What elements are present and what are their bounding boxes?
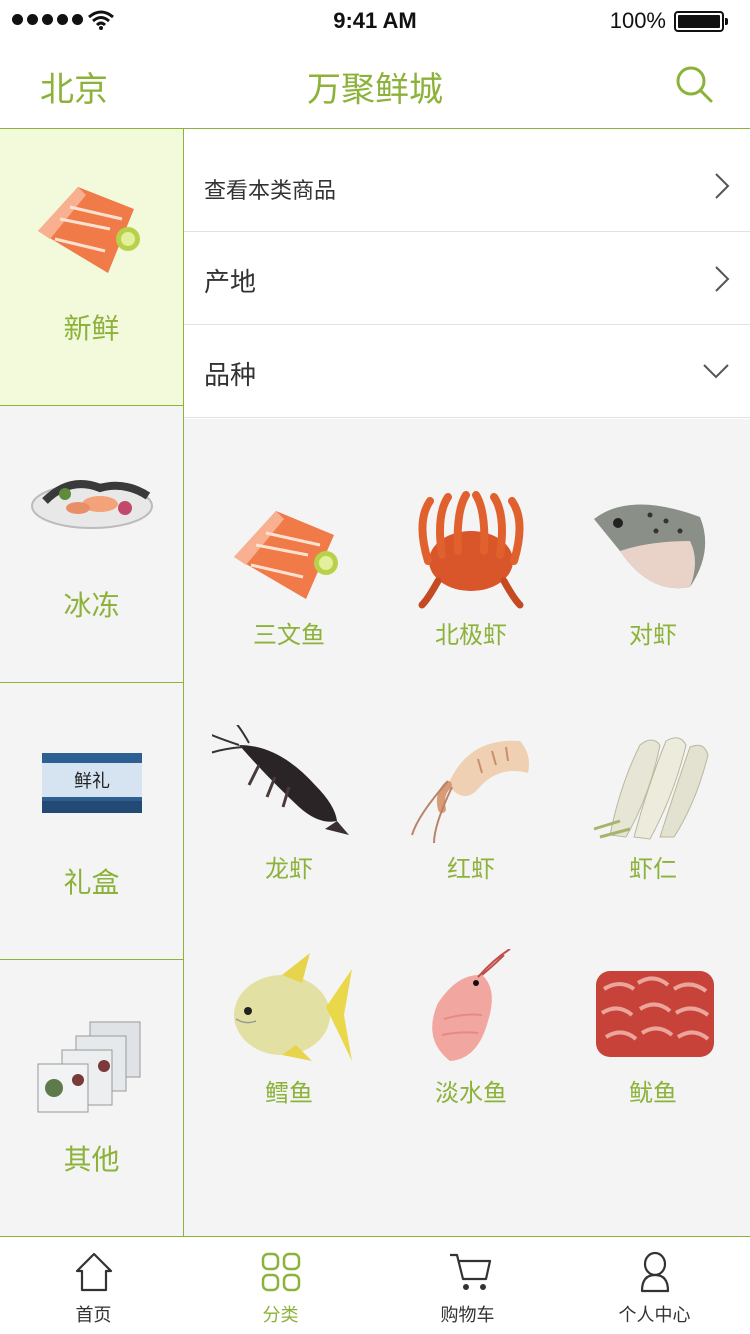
navigation-bar: 北京 万聚鲜城	[0, 42, 750, 129]
sidebar-item-label: 冰冻	[63, 589, 120, 622]
shrimp-meat-image	[593, 737, 709, 840]
red-shrimp-pile-image	[596, 971, 714, 1057]
salmon-image	[234, 511, 338, 599]
sidebar-item-frozen[interactable]: 冰冻	[0, 406, 183, 683]
variety-filter-row[interactable]: 品种	[184, 325, 750, 418]
gift-box-image: 鲜礼	[42, 753, 142, 813]
golden-pompano-image	[234, 953, 352, 1061]
salmon-head-image	[594, 504, 706, 589]
product-name: 鱿鱼	[629, 1079, 677, 1107]
sidebar-item-label: 其他	[63, 1143, 120, 1176]
view-category-products-row[interactable]: 查看本类商品	[184, 139, 750, 232]
tab-cart[interactable]: 购物车	[374, 1237, 561, 1334]
tab-category[interactable]: 分类	[187, 1237, 374, 1334]
svg-text:鲜礼: 鲜礼	[74, 771, 110, 792]
search-icon[interactable]	[674, 64, 714, 104]
bottom-tab-bar: 首页 分类 购物车 个人中心	[0, 1236, 750, 1334]
product-name: 三文鱼	[253, 621, 325, 649]
pink-shrimp-image	[432, 949, 511, 1061]
chevron-down-icon	[703, 364, 729, 379]
chevron-right-icon	[715, 173, 730, 199]
sidebar-item-gift-box[interactable]: 鲜礼 礼盒	[0, 683, 183, 960]
category-sidebar: 新鲜 冰冻 鲜礼 礼盒 其他	[0, 129, 184, 1236]
home-icon	[75, 1252, 113, 1292]
salmon-fillet-image	[38, 187, 140, 273]
product-item-cod[interactable]: 鳕鱼	[198, 949, 380, 1159]
king-crab-image	[418, 491, 524, 609]
sidebar-item-label: 新鲜	[63, 312, 120, 345]
chevron-right-icon	[715, 266, 730, 292]
page-title: 万聚鲜城	[307, 70, 443, 110]
cart-icon	[450, 1253, 492, 1290]
product-grid: 三文鱼 北极虾 对虾 龙虾 红虾 虾仁 鳕鱼 淡水鱼 鱿鱼	[184, 419, 750, 1236]
tab-home[interactable]: 首页	[0, 1237, 187, 1334]
origin-filter-row[interactable]: 产地	[184, 232, 750, 325]
product-item-lobster[interactable]: 龙虾	[198, 725, 380, 935]
user-icon	[640, 1251, 670, 1293]
product-name: 北极虾	[435, 621, 507, 649]
lobster-image	[212, 725, 349, 835]
product-item-red-shrimp[interactable]: 红虾	[380, 725, 562, 935]
tab-label: 分类	[262, 1305, 299, 1326]
frozen-seafood-platter-image	[31, 480, 153, 529]
tab-label: 购物车	[440, 1305, 495, 1326]
tab-label: 个人中心	[618, 1305, 691, 1326]
product-item-shrimp-meat[interactable]: 虾仁	[562, 725, 744, 935]
product-name: 虾仁	[629, 855, 677, 883]
product-item-salmon[interactable]: 三文鱼	[198, 491, 380, 701]
product-item-squid[interactable]: 鱿鱼	[562, 949, 744, 1159]
filter-list: 查看本类商品 产地 品种	[184, 139, 750, 418]
sidebar-item-label: 礼盒	[63, 866, 120, 899]
status-bar: 9:41 AM 100%	[0, 0, 750, 42]
sidebar-item-other[interactable]: 其他	[0, 960, 183, 1237]
filter-label: 产地	[204, 268, 257, 298]
product-name: 龙虾	[265, 855, 313, 883]
filter-label: 品种	[204, 361, 257, 391]
filter-label: 查看本类商品	[204, 179, 337, 204]
battery-percentage: 100%	[609, 8, 666, 33]
sidebar-item-fresh[interactable]: 新鲜	[0, 129, 183, 406]
product-item-freshwater-fish[interactable]: 淡水鱼	[380, 949, 562, 1159]
product-item-arctic-shrimp[interactable]: 北极虾	[380, 491, 562, 701]
product-item-prawn[interactable]: 对虾	[562, 491, 744, 701]
product-name: 对虾	[629, 621, 677, 649]
seafood-packages-image	[37, 1021, 141, 1113]
red-shrimp-image	[411, 740, 529, 844]
product-name: 鳕鱼	[265, 1079, 313, 1107]
battery-icon	[674, 11, 728, 32]
product-name: 淡水鱼	[435, 1079, 507, 1107]
product-name: 红虾	[447, 855, 495, 883]
category-grid-icon	[261, 1252, 301, 1292]
tab-label: 首页	[75, 1305, 112, 1326]
tab-profile[interactable]: 个人中心	[561, 1237, 748, 1334]
